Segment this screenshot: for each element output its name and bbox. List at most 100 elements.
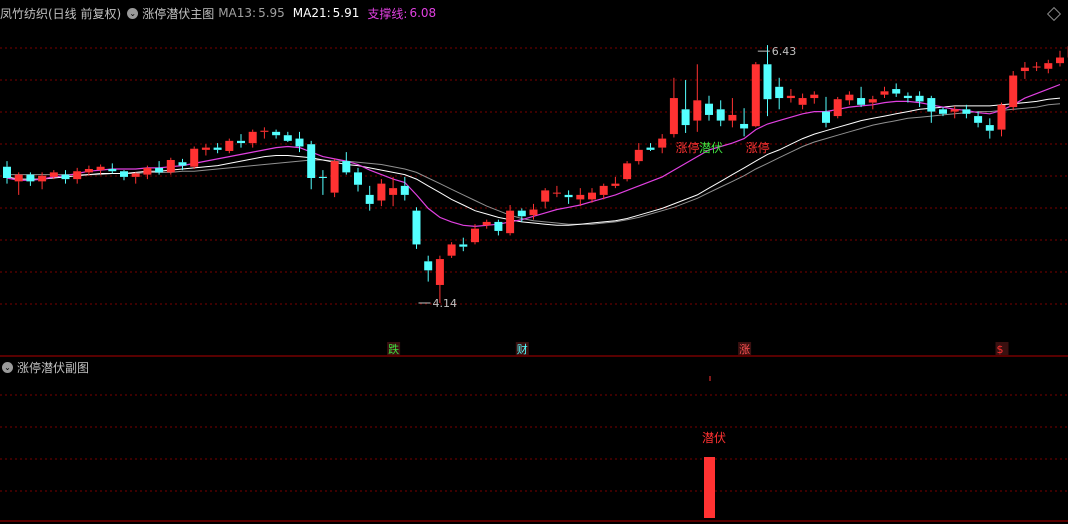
candle[interactable] xyxy=(213,143,222,154)
candle[interactable] xyxy=(693,64,702,132)
candle[interactable] xyxy=(482,219,491,229)
candle-body xyxy=(939,109,947,114)
candle[interactable] xyxy=(166,157,175,175)
candle[interactable] xyxy=(342,152,351,175)
candle[interactable] xyxy=(962,104,971,119)
candle[interactable] xyxy=(915,91,924,108)
candle[interactable] xyxy=(646,143,655,151)
candle-body xyxy=(786,95,795,99)
candle[interactable] xyxy=(576,188,585,207)
candle[interactable] xyxy=(131,172,140,184)
signal-hidden-label: 潜伏 xyxy=(699,141,723,155)
candle[interactable] xyxy=(857,86,866,108)
candle[interactable] xyxy=(377,179,386,207)
candle[interactable] xyxy=(775,77,784,110)
candle[interactable] xyxy=(201,144,210,156)
sub-chart-header: ⌄ 涨停潜伏副图 xyxy=(0,358,89,376)
candle[interactable] xyxy=(237,134,245,148)
candle-body xyxy=(237,140,245,144)
candle[interactable] xyxy=(728,98,737,128)
candle[interactable] xyxy=(611,176,620,189)
candle[interactable] xyxy=(73,167,82,184)
candle[interactable] xyxy=(669,77,678,138)
candle[interactable] xyxy=(307,140,316,190)
candle[interactable] xyxy=(435,255,444,303)
candle[interactable] xyxy=(845,91,854,105)
candle[interactable] xyxy=(985,118,994,139)
candle-body xyxy=(588,192,596,200)
candle[interactable] xyxy=(365,185,374,211)
candle[interactable] xyxy=(623,161,632,182)
candle[interactable] xyxy=(424,255,433,282)
candle-body xyxy=(84,168,93,173)
candle[interactable] xyxy=(3,161,11,184)
candle[interactable] xyxy=(997,102,1006,137)
candle[interactable] xyxy=(763,45,772,117)
candle[interactable] xyxy=(494,219,503,236)
candle[interactable] xyxy=(658,134,667,154)
candle[interactable] xyxy=(471,224,479,245)
candle[interactable] xyxy=(786,89,795,103)
candle-body xyxy=(272,131,281,136)
candle[interactable] xyxy=(1044,59,1053,74)
candle[interactable] xyxy=(248,129,257,148)
candle[interactable] xyxy=(1020,62,1029,79)
candle-body xyxy=(318,176,327,178)
candle-body xyxy=(166,159,175,173)
candle[interactable] xyxy=(260,127,269,139)
candle[interactable] xyxy=(1009,71,1018,111)
candle[interactable] xyxy=(833,96,842,119)
candle[interactable] xyxy=(14,172,23,195)
indicator-name[interactable]: 涨停潜伏主图 xyxy=(142,5,214,22)
candle[interactable] xyxy=(506,205,515,236)
candle[interactable] xyxy=(634,143,643,165)
candle[interactable] xyxy=(1032,62,1041,72)
candle-body xyxy=(1009,75,1018,108)
candle[interactable] xyxy=(927,95,936,123)
candle[interactable] xyxy=(716,100,725,127)
sub-indicator-name[interactable]: 涨停潜伏副图 xyxy=(17,359,89,376)
candle-body xyxy=(377,183,386,201)
candle[interactable] xyxy=(810,91,819,104)
candle[interactable] xyxy=(564,190,573,204)
candle-body xyxy=(49,172,58,177)
candle[interactable] xyxy=(681,80,690,133)
candle-body xyxy=(131,173,140,177)
candlestick-series[interactable] xyxy=(3,44,1068,303)
candle[interactable] xyxy=(751,62,760,128)
candle[interactable] xyxy=(412,207,421,249)
candle[interactable] xyxy=(892,83,901,97)
candle[interactable] xyxy=(798,93,807,110)
candle[interactable] xyxy=(389,176,398,207)
candle[interactable] xyxy=(541,188,550,209)
candle[interactable] xyxy=(354,167,362,192)
candle-body xyxy=(634,149,643,162)
candle[interactable] xyxy=(272,129,281,139)
candle-body xyxy=(1020,67,1029,72)
candle[interactable] xyxy=(974,111,983,128)
ma13-value: 5.95 xyxy=(258,6,285,20)
chevron-down-icon[interactable]: ⌄ xyxy=(127,7,139,19)
chevron-down-icon[interactable]: ⌄ xyxy=(2,361,13,373)
candle[interactable] xyxy=(190,146,199,169)
candle[interactable] xyxy=(225,138,234,154)
candle-body xyxy=(435,259,444,285)
ma13-label: MA13: xyxy=(218,6,257,20)
candle-body xyxy=(471,228,479,243)
candle[interactable] xyxy=(822,96,830,128)
candle[interactable] xyxy=(705,95,713,121)
candle[interactable] xyxy=(330,158,339,198)
candle[interactable] xyxy=(868,95,877,110)
chart-canvas: 6.434.14涨停 潜伏 涨停跌财涨 $ 潜伏 xyxy=(0,44,1068,522)
candle[interactable] xyxy=(318,170,327,195)
candle[interactable] xyxy=(552,185,561,198)
candle[interactable] xyxy=(283,131,292,142)
candle[interactable] xyxy=(61,170,70,184)
candle[interactable] xyxy=(120,170,128,181)
candle[interactable] xyxy=(880,86,889,99)
candle[interactable] xyxy=(447,242,456,258)
candle[interactable] xyxy=(1056,50,1064,67)
candle-body xyxy=(927,98,936,112)
candle[interactable] xyxy=(400,176,409,201)
candle-body xyxy=(412,210,421,245)
